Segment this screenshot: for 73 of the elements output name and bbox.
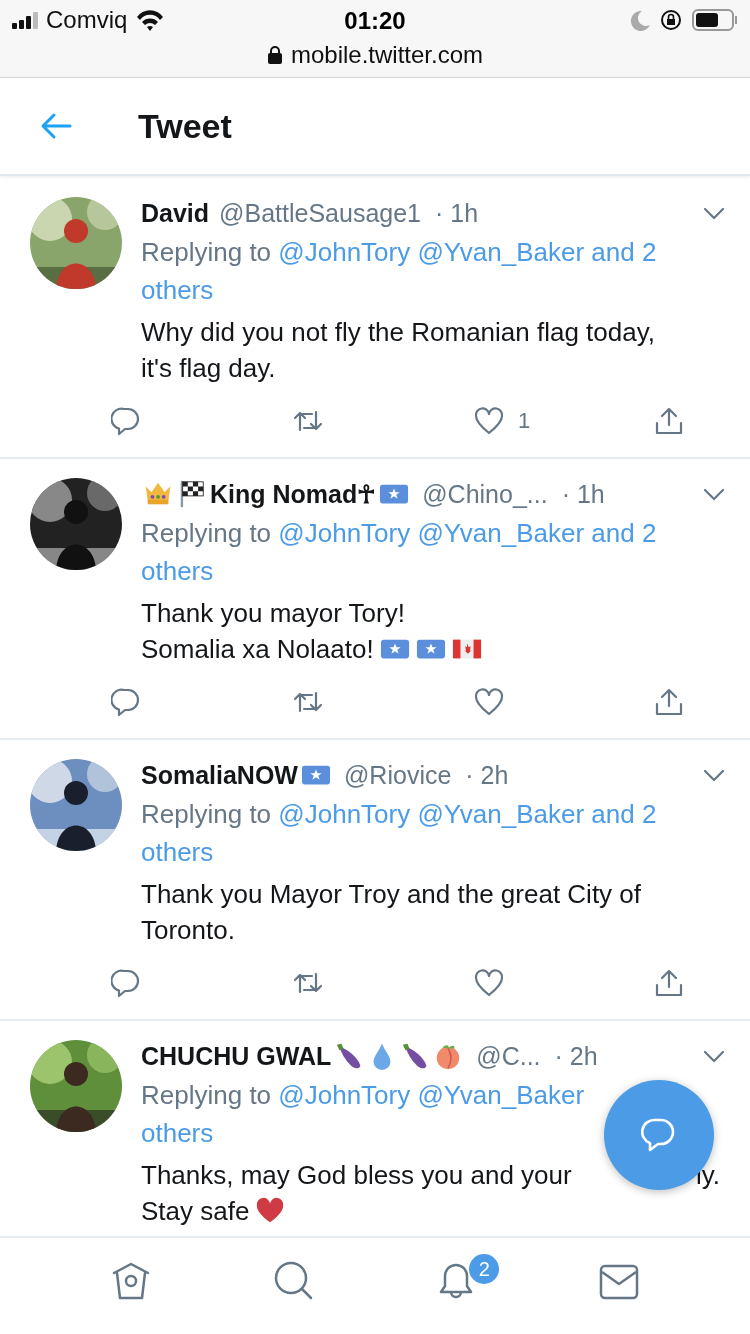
mention-link[interactable]: @JohnTory bbox=[278, 237, 411, 267]
user-handle[interactable]: @BattleSausage1 bbox=[219, 198, 421, 228]
replying-label: Replying to bbox=[141, 1080, 272, 1110]
speech-bubble-icon bbox=[111, 687, 141, 717]
like-button[interactable] bbox=[474, 968, 504, 998]
lock-icon bbox=[266, 45, 283, 65]
tweet-text: Toronto. bbox=[141, 914, 235, 947]
speech-bubble-icon bbox=[641, 1117, 677, 1153]
share-button[interactable] bbox=[654, 968, 684, 998]
mention-link[interactable]: others bbox=[141, 556, 214, 586]
share-icon bbox=[654, 406, 684, 436]
like-button[interactable] bbox=[474, 406, 504, 436]
user-name[interactable]: SomaliaNOW bbox=[141, 760, 298, 790]
like-count: 1 bbox=[518, 408, 531, 434]
mention-link[interactable]: @Yvan_Baker bbox=[417, 237, 585, 267]
replying-label: Replying to bbox=[141, 799, 272, 829]
tweet-time: · 2h bbox=[554, 1041, 598, 1071]
tweet-text: Thank you Mayor Troy and the great City of bbox=[141, 878, 642, 911]
like-button[interactable] bbox=[474, 687, 504, 717]
search-icon bbox=[272, 1260, 315, 1302]
user-name[interactable]: CHUCHU GWAL bbox=[141, 1041, 332, 1071]
user-handle[interactable]: @C... bbox=[476, 1041, 541, 1071]
clock-time: 01:20 bbox=[344, 7, 406, 34]
rotation-lock-icon bbox=[660, 9, 682, 31]
tweet-text: Stay safe bbox=[141, 1195, 250, 1228]
carrier-name: Comviq bbox=[46, 6, 128, 34]
share-button[interactable] bbox=[654, 406, 684, 436]
tweet-time: · 1h bbox=[435, 198, 479, 228]
tweet-text: Thanks, may God bless you and your bbox=[141, 1159, 572, 1192]
replying-label: Replying to bbox=[141, 518, 272, 548]
mention-link[interactable]: @JohnTory bbox=[278, 799, 411, 829]
tweet-text: Somalia xa Nolaato! bbox=[141, 633, 374, 666]
tweet-time: · 2h bbox=[465, 760, 509, 790]
tweet-text: Thank you mayor Tory! bbox=[141, 597, 405, 630]
wifi-icon bbox=[135, 9, 166, 31]
search-tab[interactable] bbox=[272, 1260, 315, 1302]
heart-outline-icon bbox=[474, 968, 504, 998]
user-handle[interactable]: @Riovice bbox=[344, 760, 452, 790]
moon-icon bbox=[628, 9, 650, 31]
reply-button[interactable] bbox=[111, 406, 141, 436]
bell-tab[interactable]: 2 bbox=[429, 1254, 502, 1302]
share-button[interactable] bbox=[654, 687, 684, 717]
replying-label: Replying to bbox=[141, 237, 272, 267]
page-title: Tweet bbox=[138, 106, 232, 146]
share-icon bbox=[654, 968, 684, 998]
mention-link[interactable]: @Yvan_Baker bbox=[417, 1080, 585, 1110]
address-bar-url[interactable]: mobile.twitter.com bbox=[290, 41, 484, 69]
mention-link[interactable]: @Yvan_Baker bbox=[417, 799, 585, 829]
mention-link[interactable]: others bbox=[141, 275, 214, 305]
mention-link[interactable]: @Yvan_Baker bbox=[417, 518, 585, 548]
speech-bubble-icon bbox=[111, 968, 141, 998]
mention-link[interactable]: and 2 bbox=[591, 237, 657, 267]
mention-link[interactable]: others bbox=[141, 1118, 214, 1148]
reply-button[interactable] bbox=[111, 687, 141, 717]
signal-icon bbox=[12, 11, 38, 29]
tweet-time: · 1h bbox=[561, 479, 605, 509]
reply-button[interactable] bbox=[111, 968, 141, 998]
mention-link[interactable]: @JohnTory bbox=[278, 518, 411, 548]
notification-count: 2 bbox=[469, 1254, 500, 1284]
share-icon bbox=[654, 687, 684, 717]
user-name[interactable]: David bbox=[141, 198, 210, 228]
tweet-text: Why did you not fly the Romanian flag today, bbox=[141, 316, 656, 349]
mention-link[interactable]: and 2 bbox=[591, 799, 657, 829]
heart-outline-icon bbox=[474, 687, 504, 717]
heart-outline-icon bbox=[474, 406, 504, 436]
battery-icon bbox=[692, 9, 738, 31]
mention-link[interactable]: and 2 bbox=[591, 518, 657, 548]
mention-link[interactable]: others bbox=[141, 837, 214, 867]
user-name[interactable]: King Nomad☥ bbox=[210, 479, 377, 509]
mention-link[interactable]: @JohnTory bbox=[278, 1080, 411, 1110]
user-handle[interactable]: @Chino_... bbox=[422, 479, 548, 509]
speech-bubble-icon bbox=[111, 406, 141, 436]
tweet-text: it's flag day. bbox=[141, 352, 276, 385]
